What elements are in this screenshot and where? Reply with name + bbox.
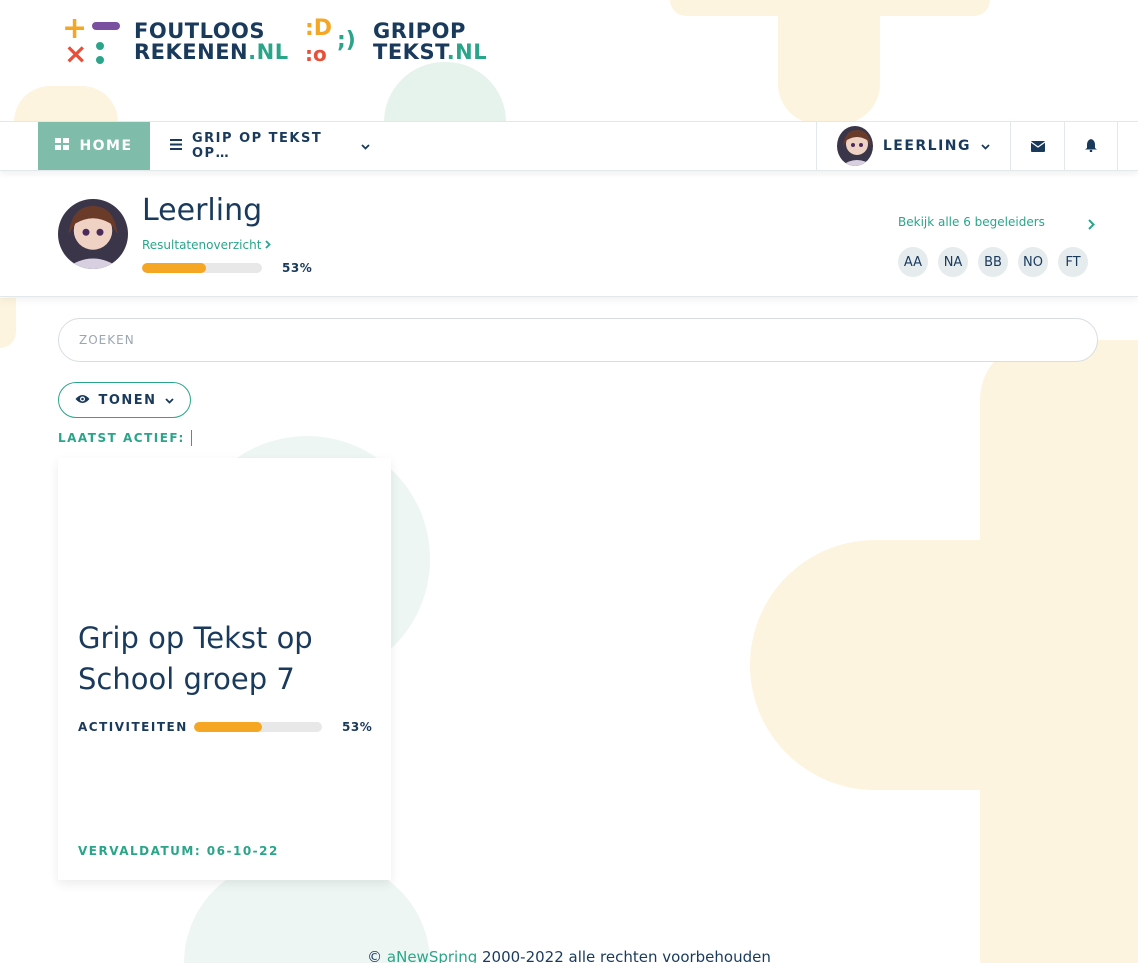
avatar (837, 126, 873, 166)
chevron-right-icon[interactable] (1088, 215, 1095, 234)
course-progress-bar (194, 722, 322, 732)
nav-user-label: LEERLING (882, 138, 971, 154)
chevron-down-icon (361, 139, 370, 154)
foutloos-rekenen-logo[interactable]: + × FOUTLOOS REKENEN.NL (62, 14, 289, 68)
bg-shape (750, 540, 1138, 790)
results-overview-link[interactable]: Resultatenoverzicht (142, 238, 272, 252)
nav-course-label: GRIP OP TEKST OP… (192, 131, 323, 161)
smiley-icon: :D :o ;) (305, 16, 356, 66)
last-active: LAATST ACTIEF: (58, 430, 192, 446)
gripop-logo-text: GRIPOP TEKST.NL (373, 19, 488, 64)
guide-avatar[interactable]: FT (1058, 247, 1088, 277)
nav-home-button[interactable]: HOME (38, 122, 150, 170)
profile-band: Leerling Resultatenoverzicht 53% Bekijk … (0, 171, 1138, 297)
grid-icon (55, 138, 70, 154)
envelope-icon (1030, 137, 1045, 156)
footer: © aNewSpring 2000-2022 alle rechten voor… (0, 948, 1138, 963)
course-progress-text: 53% (342, 720, 373, 734)
bg-shape (0, 298, 16, 348)
anewspring-link[interactable]: aNewSpring (387, 948, 477, 963)
course-title[interactable]: Grip op Tekst op School groep 7 (78, 618, 378, 700)
activities-label: ACTIVITEITEN (78, 720, 188, 734)
profile-progress-bar (142, 263, 262, 273)
bell-icon (1085, 137, 1097, 156)
main-navbar: HOME GRIP OP TEKST OP… LEERLING (0, 121, 1138, 171)
guide-avatar[interactable]: AA (898, 247, 928, 277)
progress-fill (142, 263, 206, 273)
nav-user-menu[interactable]: LEERLING (816, 122, 1010, 170)
nav-home-label: HOME (79, 138, 133, 154)
course-card[interactable]: Grip op Tekst op School groep 7 ACTIVITE… (58, 458, 391, 880)
grip-op-tekst-logo[interactable]: :D :o ;) GRIPOP TEKST.NL (305, 16, 487, 68)
nav-course-dropdown[interactable]: GRIP OP TEKST OP… (150, 122, 370, 170)
show-filter-label: TONEN (98, 392, 157, 408)
profile-progress-text: 53% (282, 261, 313, 275)
view-guides-link[interactable]: Bekijk alle 6 begeleiders (898, 215, 1045, 229)
bars-icon (170, 138, 182, 154)
notifications-button[interactable] (1064, 122, 1118, 170)
guide-avatar[interactable]: NO (1018, 247, 1048, 277)
progress-fill (194, 722, 262, 732)
eye-icon (75, 393, 90, 408)
messages-button[interactable] (1010, 122, 1064, 170)
chevron-down-icon (164, 393, 174, 408)
profile-name: Leerling (142, 193, 263, 228)
foutloos-logo-text: FOUTLOOS REKENEN.NL (134, 19, 289, 64)
guide-avatar[interactable]: BB (978, 247, 1008, 277)
due-date: VERVALDATUM: 06-10-22 (78, 844, 279, 858)
chevron-right-icon (265, 238, 272, 252)
divider (190, 430, 192, 446)
header-logos: + × FOUTLOOS REKENEN.NL :D :o ;) GRIPOP … (0, 0, 1138, 121)
show-filter-button[interactable]: TONEN (58, 382, 191, 418)
math-symbols-icon: + × (62, 14, 122, 68)
search-field (58, 318, 1098, 362)
avatar (58, 199, 128, 269)
last-active-label: LAATST ACTIEF: (58, 431, 185, 445)
copyright-text: 2000-2022 alle rechten voorbehouden (477, 948, 771, 963)
search-input[interactable] (79, 333, 1097, 347)
guide-avatar[interactable]: NA (938, 247, 968, 277)
chevron-down-icon (981, 138, 990, 154)
copyright-prefix: © (367, 948, 387, 963)
